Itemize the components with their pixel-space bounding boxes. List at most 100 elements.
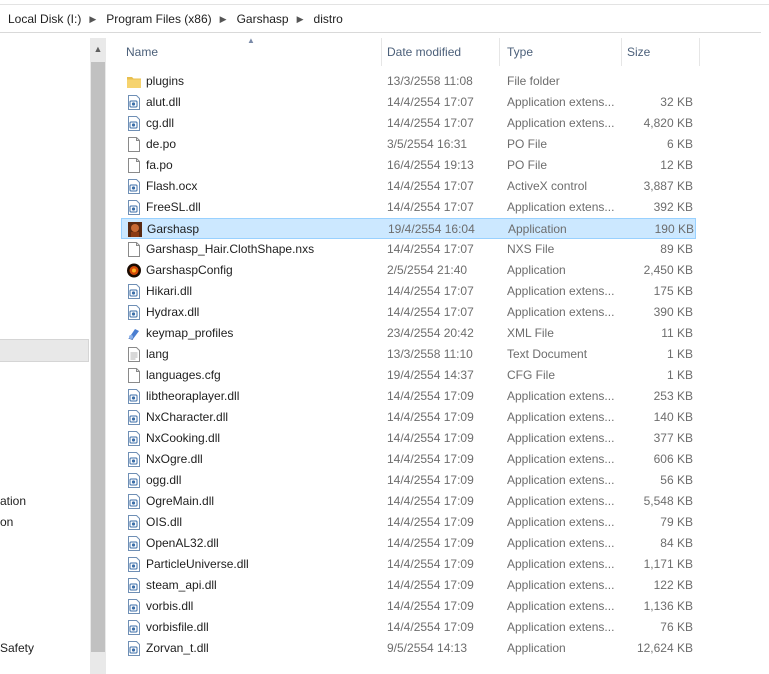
file-type: Application	[507, 641, 566, 655]
file-name: Hikari.dll	[146, 284, 193, 298]
file-name: Zorvan_t.dll	[146, 641, 209, 655]
file-row[interactable]: OpenAL32.dll 14/4/2554 17:09 Application e…	[121, 533, 696, 554]
column-header-date-modified[interactable]: Date modified	[380, 38, 500, 66]
file-type: CFG File	[507, 368, 555, 382]
file-row[interactable]: de.po 3/5/2554 16:31 PO File 6 KB	[121, 134, 696, 155]
file-row[interactable]: ParticleUniverse.dll 14/4/2554 17:09 Appli…	[121, 554, 696, 575]
file-row[interactable]: cg.dll 14/4/2554 17:07 Application extens.…	[121, 113, 696, 134]
file-name: lang	[146, 347, 169, 361]
file-name: OgreMain.dll	[146, 494, 215, 508]
column-header-type[interactable]: Type	[500, 38, 622, 66]
file-type: PO File	[507, 158, 548, 172]
file-row[interactable]: ogg.dll 14/4/2554 17:09 Application extens…	[121, 470, 696, 491]
file-date-modified: 14/4/2554 17:07	[387, 242, 474, 256]
file-size: 2,450 KB	[643, 263, 693, 277]
file-row[interactable]: libtheoraplayer.dll 14/4/2554 17:09 Applic…	[121, 386, 696, 407]
file-date-modified: 14/4/2554 17:09	[387, 389, 474, 403]
file-row[interactable]: NxOgre.dll 14/4/2554 17:09 Application ext…	[121, 449, 696, 470]
file-size: 140 KB	[653, 410, 693, 424]
dll-file-icon	[127, 95, 141, 110]
file-row[interactable]: steam_api.dll 14/4/2554 17:09 Application …	[121, 575, 696, 596]
column-header-name[interactable]: Name	[119, 38, 382, 66]
chevron-up-icon[interactable]: ▲	[90, 38, 106, 60]
file-name: ParticleUniverse.dll	[146, 557, 249, 571]
xml-file-icon	[127, 326, 141, 341]
file-date-modified: 3/5/2554 16:31	[387, 137, 468, 151]
file-date-modified: 14/4/2554 17:09	[387, 410, 474, 424]
chevron-right-icon[interactable]: ▶	[87, 14, 98, 25]
file-type: File folder	[507, 74, 560, 88]
file-row[interactable]: keymap_profiles 23/4/2554 20:42 XML File 11…	[121, 323, 696, 344]
file-row[interactable]: vorbis.dll 14/4/2554 17:09 Application ext…	[121, 596, 696, 617]
file-row[interactable]: OgreMain.dll 14/4/2554 17:09 Application e…	[121, 491, 696, 512]
file-name: Flash.ocx	[146, 179, 198, 193]
breadcrumb-program-files[interactable]: Program Files (x86)	[98, 12, 217, 26]
file-name: languages.cfg	[146, 368, 221, 382]
file-name: fa.po	[146, 158, 173, 172]
nav-item[interactable]: ation	[0, 494, 26, 508]
dll-file-icon	[127, 200, 141, 215]
dll-file-icon	[127, 620, 141, 635]
column-header-size[interactable]: Size	[620, 38, 700, 66]
file-row[interactable]: vorbisfile.dll 14/4/2554 17:09 Application…	[121, 617, 696, 638]
nav-item[interactable]: Safety	[0, 641, 34, 655]
file-row[interactable]: lang 13/3/2558 11:10 Text Document 1 KB	[121, 344, 696, 365]
file-type: Application extens...	[507, 557, 615, 571]
scrollbar-thumb[interactable]	[91, 62, 105, 652]
breadcrumb-local-disk[interactable]: Local Disk (I:)	[0, 12, 87, 26]
file-type: ActiveX control	[507, 179, 588, 193]
file-row[interactable]: languages.cfg 19/4/2554 14:37 CFG File 1 KB	[121, 365, 696, 386]
file-date-modified: 14/4/2554 17:09	[387, 431, 474, 445]
file-type: Application extens...	[507, 536, 615, 550]
file-size: 32 KB	[660, 95, 693, 109]
file-size: 76 KB	[660, 620, 693, 634]
file-row[interactable]: alut.dll 14/4/2554 17:07 Application exten…	[121, 92, 696, 113]
breadcrumb-distro[interactable]: distro	[306, 12, 349, 26]
file-row[interactable]: GarshaspConfig 2/5/2554 21:40 Application 2…	[121, 260, 696, 281]
nav-item[interactable]: on	[0, 515, 13, 529]
file-row[interactable]: fa.po 16/4/2554 19:13 PO File 12 KB	[121, 155, 696, 176]
dll-file-icon	[127, 410, 141, 425]
file-date-modified: 23/4/2554 20:42	[387, 326, 474, 340]
file-size: 12,624 KB	[636, 641, 693, 655]
file-size: 606 KB	[653, 452, 693, 466]
file-row[interactable]: NxCharacter.dll 14/4/2554 17:09 Applicatio…	[121, 407, 696, 428]
dll-file-icon	[127, 557, 141, 572]
file-name: OIS.dll	[146, 515, 183, 529]
file-row[interactable]: OIS.dll 14/4/2554 17:09 Application extens…	[121, 512, 696, 533]
file-row[interactable]: Garshasp_Hair.ClothShape.nxs 14/4/2554 17…	[121, 239, 696, 260]
address-bar: Local Disk (I:) ▶ Program Files (x86) ▶ …	[0, 0, 769, 38]
file-size: 56 KB	[660, 473, 693, 487]
file-size: 1 KB	[666, 347, 693, 361]
file-date-modified: 14/4/2554 17:07	[387, 305, 474, 319]
file-row[interactable]: Hikari.dll 14/4/2554 17:07 Application ext…	[121, 281, 696, 302]
file-date-modified: 19/4/2554 14:37	[387, 368, 474, 382]
chevron-right-icon[interactable]: ▶	[295, 14, 306, 25]
file-date-modified: 14/4/2554 17:09	[387, 620, 474, 634]
file-row[interactable]: Zorvan_t.dll 9/5/2554 14:13 Application 12,…	[121, 638, 696, 659]
file-row[interactable]: FreeSL.dll 14/4/2554 17:07 Application ext…	[121, 197, 696, 218]
file-size	[621, 71, 693, 92]
dll-file-icon	[127, 179, 141, 194]
file-size: 1 KB	[666, 368, 693, 382]
breadcrumb[interactable]: Local Disk (I:) ▶ Program Files (x86) ▶ …	[0, 6, 761, 33]
file-name: plugins	[146, 74, 185, 88]
file-row[interactable]: Flash.ocx 14/4/2554 17:07 ActiveX control 3…	[121, 176, 696, 197]
file-row[interactable]: NxCooking.dll 14/4/2554 17:09 Application …	[121, 428, 696, 449]
nav-scrollbar[interactable]: ▲	[90, 38, 106, 674]
file-type: Application extens...	[507, 599, 615, 613]
file-type: Application extens...	[507, 116, 615, 130]
file-name: alut.dll	[146, 95, 181, 109]
file-type: Application	[507, 263, 566, 277]
file-row[interactable]: plugins 13/3/2558 11:08 File folder	[121, 71, 696, 92]
file-row[interactable]: Garshasp 19/4/2554 16:04 Application 190 KB	[121, 218, 696, 239]
nav-selected-item[interactable]	[0, 339, 89, 362]
file-date-modified: 9/5/2554 14:13	[387, 641, 468, 655]
file-size: 84 KB	[660, 536, 693, 550]
dll-file-icon	[127, 473, 141, 488]
chevron-right-icon[interactable]: ▶	[218, 14, 229, 25]
file-row[interactable]: Hydrax.dll 14/4/2554 17:07 Application ext…	[121, 302, 696, 323]
file-type: Application extens...	[507, 494, 615, 508]
breadcrumb-garshasp[interactable]: Garshasp	[229, 12, 295, 26]
file-size: 89 KB	[660, 242, 693, 256]
